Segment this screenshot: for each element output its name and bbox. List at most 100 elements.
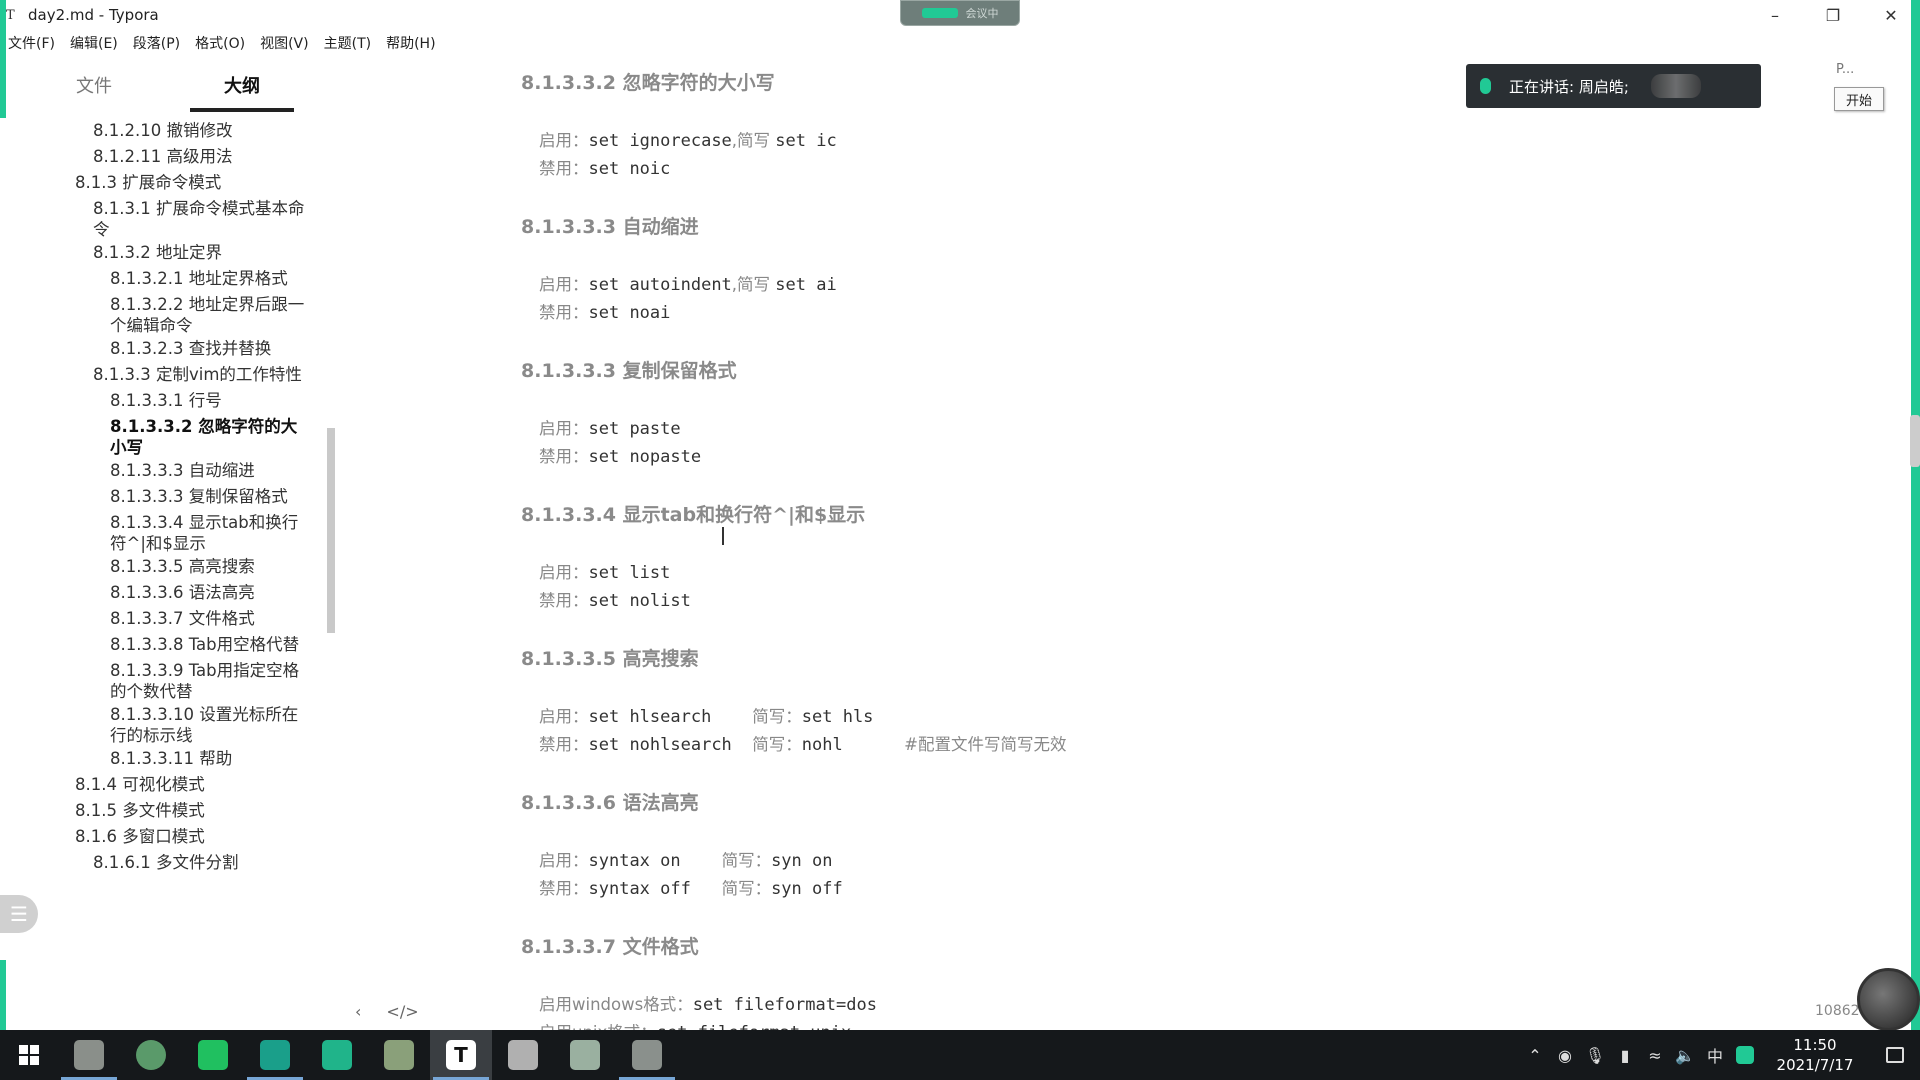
outline-item[interactable]: 8.1.2.11 高级用法 xyxy=(93,146,308,167)
start-button[interactable]: 开始 xyxy=(1834,87,1884,111)
outline-item[interactable]: 8.1.3.3.5 高亮搜索 xyxy=(110,556,310,577)
content-line: 禁用：syntax off 简写：syn off xyxy=(539,875,843,899)
taskbar-app-photos[interactable] xyxy=(306,1030,368,1080)
meeting-overlay-pill[interactable]: 会议中 xyxy=(900,0,1020,26)
clock[interactable]: 11:50 2021/7/17 xyxy=(1760,1035,1870,1075)
menu-item[interactable]: 视图(V) xyxy=(260,33,309,53)
text-span: 禁用： xyxy=(539,159,589,178)
content-scrollbar[interactable] xyxy=(1910,415,1920,467)
code-span: set nohlsearch xyxy=(588,735,753,755)
notification-icon[interactable] xyxy=(1870,1030,1920,1080)
tab-files[interactable]: 文件 xyxy=(42,70,146,112)
clock-time: 11:50 xyxy=(1793,1036,1837,1054)
menu-item[interactable]: 主题(T) xyxy=(324,33,371,53)
text-span: 简写： xyxy=(721,879,772,898)
sidebar-scrollbar[interactable] xyxy=(327,428,335,633)
network-app-icon[interactable]: ◉ xyxy=(1550,1030,1580,1080)
section-heading: 8.1.3.3.3 自动缩进 xyxy=(521,216,699,238)
microphone-tray-icon[interactable]: 🎙 xyxy=(1580,1030,1610,1080)
window-title: day2.md - Typora xyxy=(28,6,159,24)
outline-item[interactable]: 8.1.3 扩展命令模式 xyxy=(75,172,305,193)
taskbar-app-file-explorer[interactable] xyxy=(368,1030,430,1080)
taskbar-app-chrome[interactable] xyxy=(120,1030,182,1080)
taskbar-app-virtual-machine[interactable] xyxy=(244,1030,306,1080)
window-controls: – ❐ ✕ xyxy=(1746,0,1920,30)
text-span: 禁用： xyxy=(539,591,589,610)
tab-outline[interactable]: 大纲 xyxy=(190,70,294,112)
text-span: 启用windows格式： xyxy=(539,995,693,1014)
menu-item[interactable]: 段落(P) xyxy=(133,33,180,53)
menu-item[interactable]: 帮助(H) xyxy=(386,33,435,53)
text-span: 启用unix格式： xyxy=(539,1023,657,1030)
text-span: ,简写 xyxy=(731,131,776,150)
text-span: 禁用： xyxy=(539,879,589,898)
text-span: 简写： xyxy=(721,851,772,870)
minimize-icon[interactable]: – xyxy=(1746,0,1804,30)
code-span: set noic xyxy=(588,159,671,179)
taskbar-app-notepad[interactable] xyxy=(554,1030,616,1080)
text-span: 启用： xyxy=(539,563,589,582)
restore-icon[interactable]: ❐ xyxy=(1804,0,1862,30)
outline-item[interactable]: 8.1.2.10 撤销修改 xyxy=(93,120,308,141)
speaking-text: 正在讲话: 周启皓; xyxy=(1509,77,1629,96)
outline-item[interactable]: 8.1.3.3.7 文件格式 xyxy=(110,608,310,629)
taskbar-app-image-app[interactable] xyxy=(616,1030,678,1080)
outline-item[interactable]: 8.1.5 多文件模式 xyxy=(75,800,305,821)
start-menu-button[interactable] xyxy=(0,1030,58,1080)
menu-item[interactable]: 编辑(E) xyxy=(70,33,118,53)
outline-item[interactable]: 8.1.3.3.3 自动缩进 xyxy=(110,460,310,481)
chevron-up-icon[interactable]: ⌃ xyxy=(1520,1030,1550,1080)
outline-item[interactable]: 8.1.3.3.1 行号 xyxy=(110,390,310,411)
text-span: ,简写 xyxy=(731,275,776,294)
outline-item[interactable]: 8.1.3.3.6 语法高亮 xyxy=(110,582,310,603)
content-line: 启用：set ignorecase,简写 set ic xyxy=(539,127,837,151)
photos-icon xyxy=(322,1040,352,1070)
outline-item[interactable]: 8.1.3.3.10 设置光标所在行的标示线 xyxy=(110,704,310,746)
ime-indicator[interactable]: 中 xyxy=(1700,1030,1730,1080)
section-heading: 8.1.3.3.5 高亮搜索 xyxy=(521,648,699,670)
outline-item[interactable]: 8.1.4 可视化模式 xyxy=(75,774,305,795)
menu-item[interactable]: 文件(F) xyxy=(8,33,55,53)
outline-item[interactable]: 8.1.3.3.3 复制保留格式 xyxy=(110,486,310,507)
outline-item[interactable]: 8.1.3.2.1 地址定界格式 xyxy=(110,268,310,289)
outline-item[interactable]: 8.1.6.1 多文件分割 xyxy=(93,852,308,873)
code-span: set autoindent xyxy=(588,275,732,295)
file-explorer-icon xyxy=(384,1040,414,1070)
app-tray-icon[interactable] xyxy=(1730,1030,1760,1080)
document-content[interactable]: 8.1.3.3.2 忽略字符的大小写 启用：set ignorecase,简写 s… xyxy=(500,55,1520,1030)
outline-item[interactable]: 8.1.3.3.2 忽略字符的大小写 xyxy=(110,416,310,458)
menu-item[interactable]: 格式(O) xyxy=(195,33,245,53)
meeting-indicator-icon xyxy=(921,8,958,18)
taskbar: T ⌃ ◉ 🎙 ▮ ≈ 🔈 中 11:50 2021/7/17 xyxy=(0,1030,1920,1080)
outline-item[interactable]: 8.1.3.3.11 帮助 xyxy=(110,748,310,769)
outline-item[interactable]: 8.1.3.2.3 查找并替换 xyxy=(110,338,310,359)
outline-item[interactable]: 8.1.3.2 地址定界 xyxy=(93,242,308,263)
code-span: syntax on xyxy=(588,851,722,871)
wifi-icon[interactable]: ≈ xyxy=(1640,1030,1670,1080)
outline-item[interactable]: 8.1.3.3.8 Tab用空格代替 xyxy=(110,634,310,655)
outline-item[interactable]: 8.1.6 多窗口模式 xyxy=(75,826,305,847)
taskbar-app-wechat[interactable] xyxy=(182,1030,244,1080)
outline-item[interactable]: 8.1.3.3.4 显示tab和换行符^|和$显示 xyxy=(110,512,310,554)
battery-icon[interactable]: ▮ xyxy=(1610,1030,1640,1080)
outline-item[interactable]: 8.1.3.1 扩展命令模式基本命令 xyxy=(93,198,308,240)
taskbar-app-swirl-app[interactable] xyxy=(492,1030,554,1080)
taskbar-app-photo-viewer[interactable] xyxy=(58,1030,120,1080)
text-span: 启用： xyxy=(539,707,589,726)
text-span: 禁用： xyxy=(539,735,589,754)
avatar[interactable] xyxy=(1857,968,1920,1031)
chevron-left-icon[interactable]: ‹ xyxy=(355,1002,361,1021)
text-span: 禁用： xyxy=(539,447,589,466)
outline-item[interactable]: 8.1.3.2.2 地址定界后跟一个编辑命令 xyxy=(110,294,310,336)
text-span: 简写： xyxy=(752,735,802,754)
source-code-icon[interactable]: </> xyxy=(386,1002,418,1021)
content-line: 禁用：set nolist xyxy=(539,587,691,611)
outline-item[interactable]: 8.1.3.3.9 Tab用指定空格的个数代替 xyxy=(110,660,310,702)
sidebar-tabs: 文件 大纲 xyxy=(42,70,294,112)
outline-item[interactable]: 8.1.3.3 定制vim的工作特性 xyxy=(93,364,308,385)
volume-icon[interactable]: 🔈 xyxy=(1670,1030,1700,1080)
menu-bar: 文件(F) 编辑(E) 段落(P) 格式(O) 视图(V) 主题(T) 帮助(H) xyxy=(0,33,436,53)
taskbar-app-typora[interactable]: T xyxy=(430,1030,492,1080)
sidebar-toggle-icon[interactable]: ☰ xyxy=(0,895,38,933)
code-span: syn on xyxy=(771,851,833,871)
